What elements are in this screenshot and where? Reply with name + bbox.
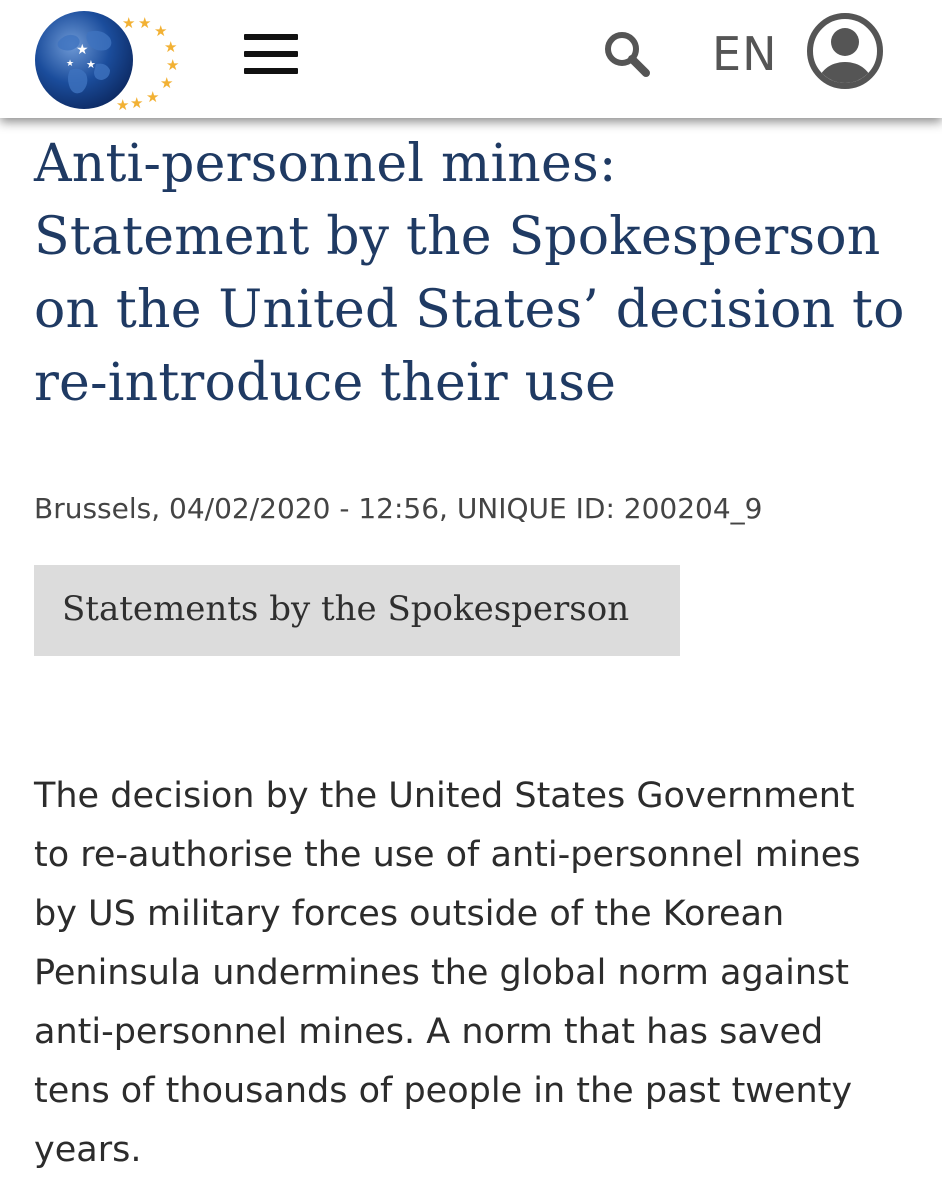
user-account-button[interactable]	[806, 12, 884, 90]
hamburger-menu-icon-bar	[244, 34, 298, 40]
site-header: ★ ★ ★ ★ ★ ★ ★ ★ ★ ★ ★ ★ EN	[0, 0, 942, 118]
eu-globe-stars-logo-icon: ★ ★ ★ ★ ★ ★ ★ ★ ★ ★ ★ ★	[35, 11, 179, 114]
article-title-line: Statement by the Spokesperson	[34, 207, 881, 267]
article-body-line: to re-authorise the use of anti-personne…	[34, 835, 861, 875]
svg-text:★: ★	[130, 94, 143, 112]
article-body-line: Peninsula undermines the global norm aga…	[34, 953, 849, 993]
user-account-icon	[807, 13, 883, 89]
article-meta: Brussels, 04/02/2020 - 12:56, UNIQUE ID:…	[34, 492, 763, 525]
svg-text:★: ★	[160, 74, 173, 92]
article-title-line: on the United States’ decision to	[34, 280, 905, 340]
article-body-line: years.	[34, 1130, 142, 1170]
svg-text:★: ★	[138, 14, 151, 32]
svg-text:★: ★	[76, 42, 89, 58]
article-body-line: anti-personnel mines. A norm that has sa…	[34, 1012, 824, 1052]
svg-text:★: ★	[66, 59, 74, 69]
search-icon	[605, 32, 650, 77]
svg-text:★: ★	[146, 88, 159, 106]
article-body: The decision by the United States Govern…	[34, 767, 914, 1180]
svg-text:★: ★	[164, 38, 177, 56]
article-body-line: The decision by the United States Govern…	[34, 776, 855, 816]
menu-button[interactable]	[244, 34, 302, 74]
hamburger-menu-icon-bar	[244, 68, 298, 74]
svg-text:★: ★	[122, 14, 135, 32]
article-body-line: by US military forces outside of the Kor…	[34, 894, 785, 934]
search-button[interactable]	[600, 27, 654, 81]
article-title: Anti-personnel mines: Statement by the S…	[34, 128, 914, 420]
article-title-line: Anti-personnel mines:	[34, 134, 617, 194]
category-tag[interactable]: Statements by the Spokesperson	[34, 565, 680, 656]
hamburger-menu-icon-bar	[244, 51, 298, 57]
article-body-line: tens of thousands of people in the past …	[34, 1071, 853, 1111]
svg-text:★: ★	[166, 56, 179, 74]
language-selector[interactable]: EN	[712, 26, 777, 82]
svg-text:★: ★	[86, 58, 96, 71]
eu-logo[interactable]: ★ ★ ★ ★ ★ ★ ★ ★ ★ ★ ★ ★	[30, 8, 190, 114]
svg-text:★: ★	[116, 96, 129, 112]
article-title-line: re-introduce their use	[34, 353, 617, 413]
